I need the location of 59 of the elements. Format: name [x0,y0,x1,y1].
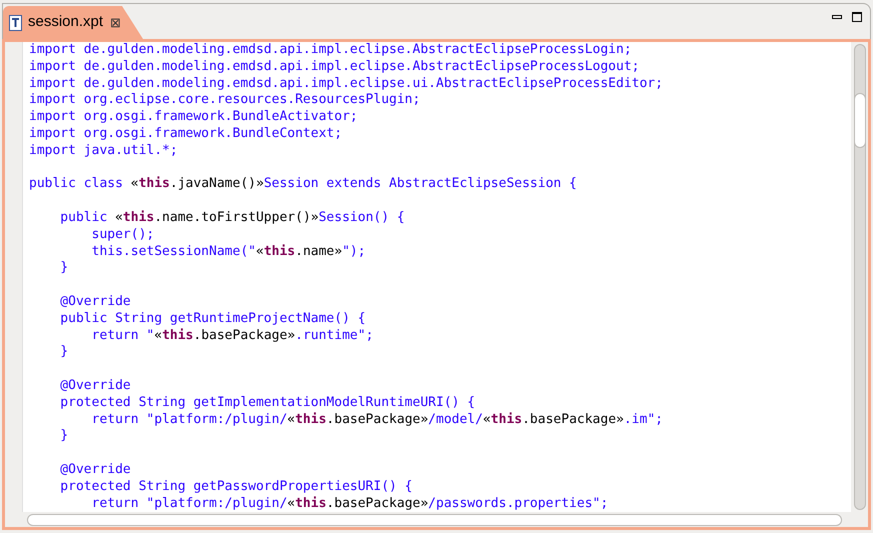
vertical-scrollbar[interactable] [851,42,868,512]
code-text: « [256,244,264,260]
maximize-icon[interactable] [852,12,862,22]
code-text: this [295,496,326,512]
code-text: @Override [59,462,131,479]
code-text: this.setSessionName(" [90,244,256,260]
code-text: « [154,328,162,344]
code-text: import org.eclipse.core.resources.ResourcesPlugin; [29,92,420,110]
code-text: .runtime"; [295,328,374,344]
code-text: public class [29,176,124,194]
code-text: @Override [59,378,131,395]
code-text: } [59,428,68,446]
code-text: this [264,244,296,260]
code-text: public String getRuntimeProjectName() { [59,310,366,328]
code-text: this [122,210,154,227]
code-text: import java.util.*; [29,142,178,160]
code-text: protected String getPasswordPropertiesURI() { [59,478,413,496]
code-text: import de.gulden.modeling.emdsd.api.impl.eclipse.AbstractEclipseProcessLogout; [29,58,640,76]
code-text: .javaName()» [170,176,264,194]
editor-tab[interactable]: session.xpt ⊠ [3,6,144,39]
code-text: .name.toFirstUpper()» [154,210,319,227]
code-text: « [482,412,491,428]
code-text: /model/ [428,412,483,428]
code-text: « [130,176,139,194]
code-text: Session extends AbstractEclipseSession { [264,176,577,194]
code-text: .basePackage» [326,496,428,512]
tab-title: session.xpt [28,12,104,32]
scroll-thumb[interactable] [854,93,866,148]
code-text: this [162,328,194,344]
code-text: public [59,210,108,227]
code-text: "); [342,244,366,260]
code-text: .basePackage» [193,328,296,344]
code-text: « [287,496,296,512]
code-text: } [59,260,68,278]
minimize-icon[interactable] [832,15,842,19]
code-text: return " [90,328,154,344]
code-text: import de.gulden.modeling.emdsd.api.impl.eclipse.ui.AbstractEclipseProcessEditor; [29,76,663,92]
code-text: import org.osgi.framework.BundleActivator; [29,109,358,126]
code-text: « [115,210,123,227]
code-text: .basePackage» [522,412,624,428]
close-icon[interactable]: ⊠ [110,12,122,32]
code-text: @Override [59,294,131,311]
code-text: import de.gulden.modeling.emdsd.api.impl.eclipse.AbstractEclipseProcessLogin; [29,42,632,59]
code-text: import org.osgi.framework.BundleContext; [29,126,342,143]
code-text: .basePackage» [326,412,428,428]
code-text: this [138,176,170,194]
code-text: protected String getImplementationModelRuntimeURI() { [59,394,476,412]
code-text: /passwords.properties"; [428,496,608,512]
code-text: this [295,412,326,428]
code-text: } [59,344,68,362]
code-text: .im"; [624,412,663,428]
code-text: super(); [90,226,154,244]
code-text: « [287,412,296,428]
text-file-icon [9,14,23,30]
code-text: return "platform:/plugin/ [90,412,288,428]
code-text: .name» [295,244,342,260]
code-text: return "platform:/plugin/ [90,496,288,512]
code-text: Session() { [318,210,405,227]
code-text: this [490,412,522,428]
